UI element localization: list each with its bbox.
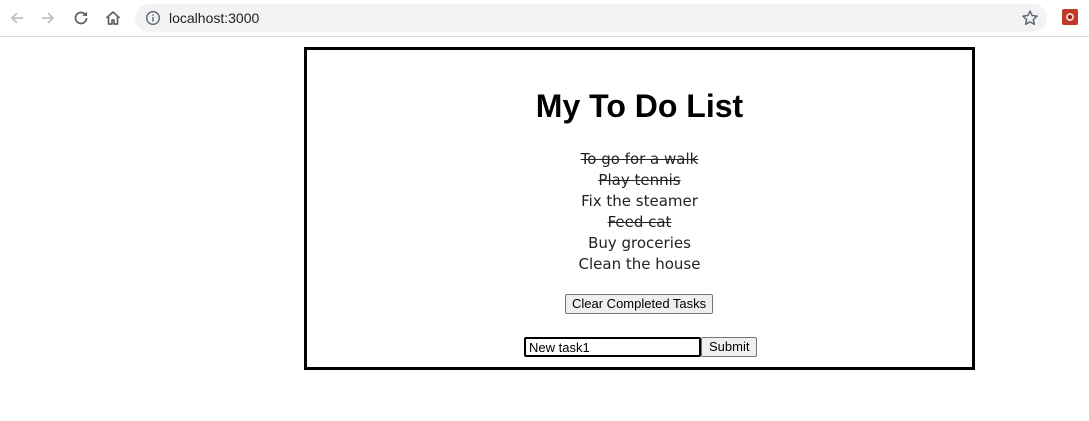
forward-arrow-icon[interactable]: [36, 6, 60, 30]
submit-button[interactable]: Submit: [701, 337, 758, 357]
back-arrow-icon[interactable]: [5, 6, 29, 30]
url-text[interactable]: localhost:3000: [169, 10, 259, 26]
browser-toolbar: localhost:3000: [0, 0, 1089, 37]
address-bar[interactable]: localhost:3000: [135, 4, 1047, 32]
clear-completed-button[interactable]: Clear Completed Tasks: [565, 294, 714, 314]
task-item[interactable]: Clean the house: [307, 254, 972, 275]
home-icon[interactable]: [101, 6, 125, 30]
task-item[interactable]: To go for a walk: [307, 149, 972, 170]
task-item[interactable]: Fix the steamer: [307, 191, 972, 212]
task-item[interactable]: Play tennis: [307, 170, 972, 191]
page-title: My To Do List: [535, 88, 744, 124]
task-item[interactable]: Buy groceries: [307, 233, 972, 254]
star-icon[interactable]: [1021, 9, 1039, 27]
extension-icon[interactable]: [1062, 9, 1078, 25]
reload-icon[interactable]: [69, 6, 93, 30]
task-item[interactable]: Feed cat: [307, 212, 972, 233]
new-task-input[interactable]: [524, 337, 701, 357]
task-list: To go for a walk Play tennis Fix the ste…: [307, 149, 972, 275]
info-icon[interactable]: [145, 10, 161, 26]
todo-container: My To Do List To go for a walk Play tenn…: [304, 47, 975, 370]
